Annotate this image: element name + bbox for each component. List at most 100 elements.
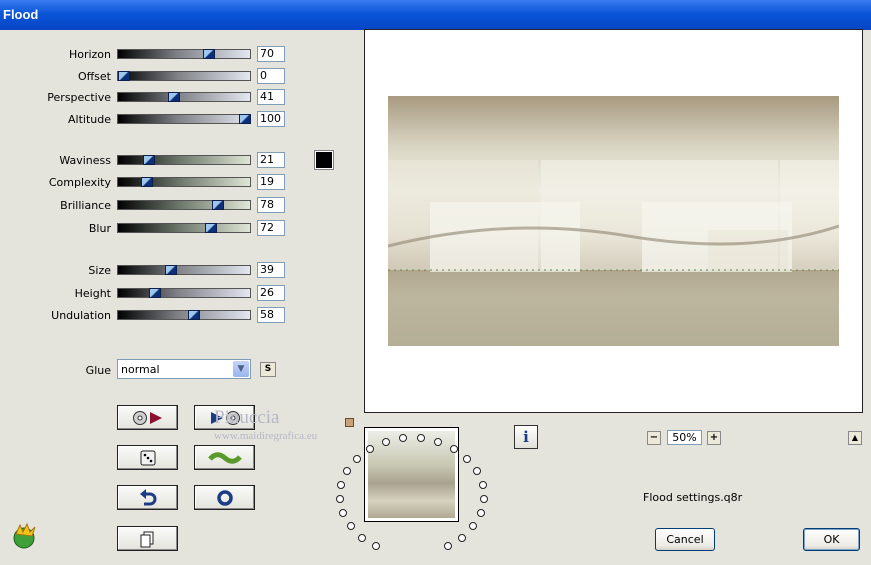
undo-icon <box>139 488 156 505</box>
navigator-dot[interactable] <box>353 455 361 463</box>
slider-label: Horizon <box>68 48 111 61</box>
slider-label: Waviness <box>59 154 111 167</box>
navigator-dot[interactable] <box>473 467 481 475</box>
watermark-url: www.maidiregrafica.eu <box>214 430 318 442</box>
collapse-button[interactable]: ▲ <box>848 431 862 445</box>
slider-track[interactable] <box>117 177 251 187</box>
slider-thumb[interactable] <box>141 177 153 187</box>
slider-track[interactable] <box>117 200 251 210</box>
slider-label: Altitude <box>68 113 111 126</box>
slider-track[interactable] <box>117 223 251 233</box>
disk-play-icon <box>132 410 162 425</box>
slider-label: Brilliance <box>60 199 111 212</box>
preview-image <box>388 96 839 346</box>
slider-track[interactable] <box>117 114 251 124</box>
navigator-handle[interactable] <box>345 418 354 427</box>
dice-icon <box>140 450 155 465</box>
glue-value: normal <box>121 363 160 376</box>
slider-thumb[interactable] <box>118 71 130 81</box>
slider-label: Size <box>88 264 111 277</box>
navigator-dot[interactable] <box>372 542 380 550</box>
slider-label: Height <box>74 287 111 300</box>
slider-label: Offset <box>77 70 111 83</box>
slider-value-field[interactable]: 41 <box>257 89 285 105</box>
slider-thumb[interactable] <box>203 49 215 59</box>
load-button[interactable] <box>117 405 178 430</box>
slider-value-field[interactable]: 70 <box>257 46 285 62</box>
navigator-dot[interactable] <box>477 509 485 517</box>
slider-value-field[interactable]: 78 <box>257 197 285 213</box>
info-button[interactable]: i <box>514 425 538 449</box>
navigator-dot[interactable] <box>480 495 488 503</box>
s-button[interactable]: S <box>260 362 276 377</box>
zoom-in-button[interactable]: + <box>707 431 721 445</box>
slider-thumb[interactable] <box>168 92 180 102</box>
slider-value-field[interactable]: 72 <box>257 220 285 236</box>
settings-filename: Flood settings.q8r <box>643 491 743 504</box>
navigator-dot[interactable] <box>382 438 390 446</box>
slider-value-field[interactable]: 0 <box>257 68 285 84</box>
slider-track[interactable] <box>117 49 251 59</box>
zoom-level[interactable]: 50% <box>667 430 702 445</box>
reset-button[interactable] <box>194 485 255 510</box>
slider-thumb[interactable] <box>143 155 155 165</box>
title-bar: Flood <box>0 0 871 30</box>
slider-value-field[interactable]: 26 <box>257 285 285 301</box>
slider-thumb[interactable] <box>205 223 217 233</box>
navigator-dot[interactable] <box>358 534 366 542</box>
zoom-out-button[interactable]: − <box>647 431 661 445</box>
slider-thumb[interactable] <box>149 288 161 298</box>
cancel-button[interactable]: Cancel <box>655 528 715 551</box>
navigator-dot[interactable] <box>463 455 471 463</box>
slider-thumb[interactable] <box>239 114 251 124</box>
glue-label: Glue <box>85 364 111 377</box>
slider-track[interactable] <box>117 310 251 320</box>
color-swatch[interactable] <box>314 150 334 170</box>
navigator-dot[interactable] <box>399 434 407 442</box>
slider-value-field[interactable]: 58 <box>257 307 285 323</box>
slider-track[interactable] <box>117 265 251 275</box>
navigator-dot[interactable] <box>458 534 466 542</box>
slider-value-field[interactable]: 19 <box>257 174 285 190</box>
slider-value-field[interactable]: 21 <box>257 152 285 168</box>
navigator-dot[interactable] <box>366 445 374 453</box>
navigator-dot[interactable] <box>444 542 452 550</box>
slider-label: Blur <box>88 222 111 235</box>
navigator-dot[interactable] <box>339 509 347 517</box>
navigator-dot[interactable] <box>450 445 458 453</box>
navigator-dot[interactable] <box>434 438 442 446</box>
window-title: Flood <box>3 7 39 22</box>
slider-thumb[interactable] <box>188 310 200 320</box>
copy-icon <box>140 531 153 547</box>
slider-value-field[interactable]: 100 <box>257 111 285 127</box>
slider-thumb[interactable] <box>212 200 224 210</box>
slider-thumb[interactable] <box>165 265 177 275</box>
randomize-button[interactable] <box>117 445 178 470</box>
navigator-dot[interactable] <box>336 495 344 503</box>
preview-panel <box>364 29 863 413</box>
watermark-name: Pinuccia <box>214 407 280 428</box>
wave-icon <box>207 451 242 464</box>
app-logo-icon <box>13 522 36 549</box>
slider-track[interactable] <box>117 71 251 81</box>
navigator-thumbnail[interactable] <box>364 427 459 522</box>
navigator-dot[interactable] <box>343 467 351 475</box>
ok-button[interactable]: OK <box>803 528 860 551</box>
slider-label: Undulation <box>51 309 111 322</box>
navigator-dot[interactable] <box>417 434 425 442</box>
navigator-dot[interactable] <box>347 522 355 530</box>
navigator-dot[interactable] <box>337 481 345 489</box>
navigator-dot[interactable] <box>479 481 487 489</box>
slider-track[interactable] <box>117 288 251 298</box>
glue-select[interactable]: normal ▼ <box>117 359 251 379</box>
slider-track[interactable] <box>117 155 251 165</box>
slider-value-field[interactable]: 39 <box>257 262 285 278</box>
navigator-dot[interactable] <box>469 522 477 530</box>
slider-track[interactable] <box>117 92 251 102</box>
chevron-down-icon[interactable]: ▼ <box>233 361 249 377</box>
wave-button[interactable] <box>194 445 255 470</box>
slider-label: Perspective <box>47 91 111 104</box>
undo-button[interactable] <box>117 485 178 510</box>
ring-icon <box>216 489 233 506</box>
copy-button[interactable] <box>117 526 178 551</box>
